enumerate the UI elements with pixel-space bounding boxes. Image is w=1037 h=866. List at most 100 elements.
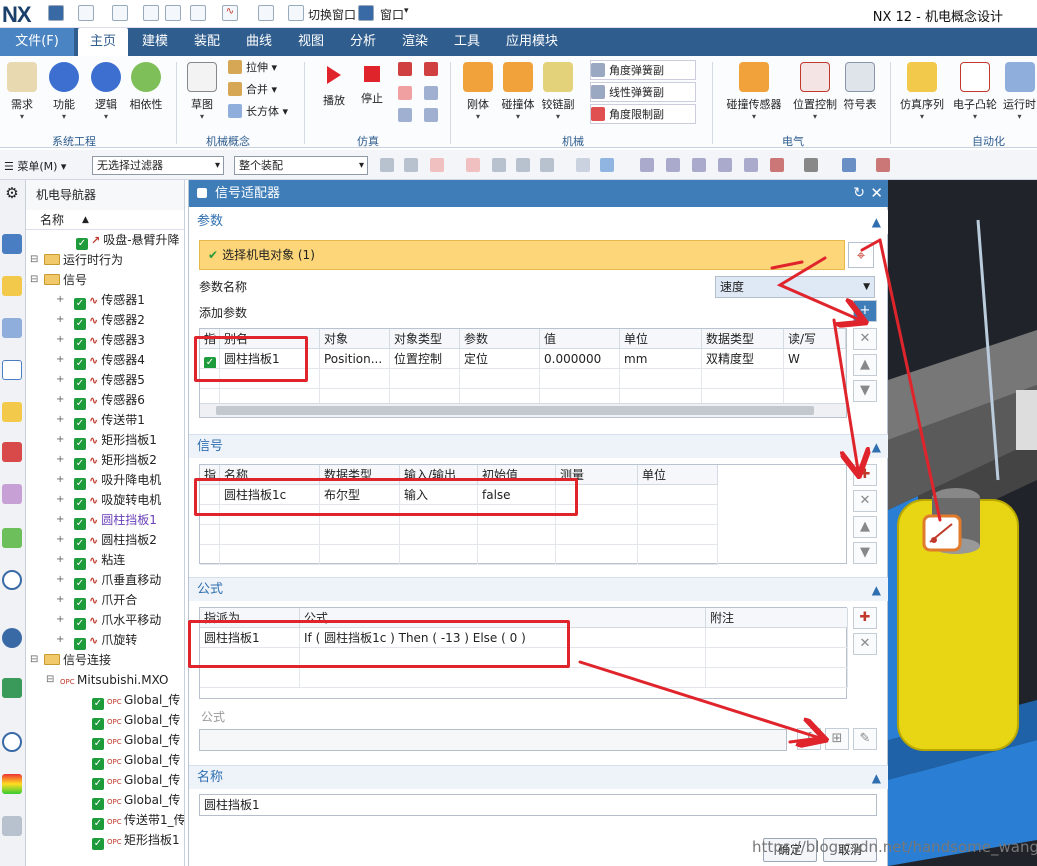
table-cell[interactable]: [200, 545, 220, 565]
table-cell[interactable]: [478, 545, 556, 565]
name-section-header[interactable]: 名称 ▲: [189, 765, 889, 789]
table-cell[interactable]: 0.000000: [540, 349, 620, 369]
column-header[interactable]: 参数: [460, 329, 540, 349]
cut-icon[interactable]: [143, 5, 159, 21]
fit-icon[interactable]: [640, 158, 654, 172]
table-cell[interactable]: If ( 圆柱挡板1c ) Then ( -13 ) Else ( 0 ): [300, 628, 706, 648]
center-icon[interactable]: [516, 158, 530, 172]
collapse-icon[interactable]: ⊟: [30, 270, 38, 290]
table-cell[interactable]: [320, 505, 400, 525]
hinge-joint-button[interactable]: 铰链副 ▾: [538, 56, 578, 121]
collision-sensor-button[interactable]: 碰撞传感器 ▾: [722, 56, 786, 121]
column-header[interactable]: 对象: [320, 329, 390, 349]
table-cell[interactable]: [478, 525, 556, 545]
collapse-icon[interactable]: ⊟: [30, 250, 38, 270]
expand-icon[interactable]: +: [56, 410, 64, 430]
constraint-icon[interactable]: [2, 442, 22, 462]
midpoint-icon[interactable]: [492, 158, 506, 172]
table-cell[interactable]: [220, 369, 320, 389]
table-cell[interactable]: [320, 525, 400, 545]
visibility-checkbox[interactable]: ✓: [74, 618, 86, 630]
signals-section-header[interactable]: 信号 ▲: [189, 434, 889, 458]
visibility-checkbox[interactable]: ✓: [74, 518, 86, 530]
table-cell[interactable]: mm: [620, 349, 702, 369]
visibility-checkbox[interactable]: ✓: [92, 758, 104, 770]
tree-item[interactable]: + ✓ ∿ 爪垂直移动: [26, 570, 184, 590]
visibility-checkbox[interactable]: ✓: [74, 338, 86, 350]
angular-spring-button[interactable]: 角度弹簧副: [590, 60, 696, 80]
3d-viewport[interactable]: [888, 180, 1037, 866]
assembly-navigator-icon[interactable]: [2, 402, 22, 422]
expand-icon[interactable]: +: [56, 530, 64, 550]
horizontal-scrollbar[interactable]: [200, 403, 846, 417]
expand-icon[interactable]: +: [56, 450, 64, 470]
table-cell[interactable]: false: [478, 485, 556, 505]
visibility-checkbox[interactable]: ✓: [74, 438, 86, 450]
column-header[interactable]: 别名: [220, 329, 320, 349]
expand-icon[interactable]: +: [56, 470, 64, 490]
gear-icon[interactable]: ⚙: [2, 184, 22, 204]
column-header[interactable]: 数据类型: [320, 465, 400, 485]
sketch-button[interactable]: 草图 ▾: [184, 56, 220, 121]
switch-window-icon[interactable]: [288, 5, 304, 21]
rewind-icon[interactable]: [398, 62, 412, 76]
visibility-checkbox[interactable]: ✓: [74, 638, 86, 650]
cube-icon[interactable]: [600, 158, 614, 172]
function-picker-icon[interactable]: ƒ: [797, 728, 821, 750]
table-cell[interactable]: [556, 545, 638, 565]
window-icon[interactable]: [358, 5, 374, 21]
unite-button[interactable]: 合并 ▾: [228, 80, 277, 100]
symbol-table-button[interactable]: 符号表: [842, 56, 878, 112]
signal-icon[interactable]: ∿: [222, 5, 238, 21]
add-formula-button[interactable]: ✚: [853, 607, 877, 629]
visibility-checkbox[interactable]: ✓: [74, 498, 86, 510]
column-header[interactable]: 输入/输出: [400, 465, 478, 485]
table-cell[interactable]: [400, 505, 478, 525]
tree-item[interactable]: + ✓ ∿ 矩形挡板2: [26, 450, 184, 470]
stop-button[interactable]: 停止: [354, 56, 390, 106]
table-cell[interactable]: [220, 505, 320, 525]
step-forward-icon[interactable]: [424, 62, 438, 76]
color-scale-icon[interactable]: [2, 774, 22, 794]
redo-icon[interactable]: [112, 5, 128, 21]
add-param-button[interactable]: +: [853, 300, 877, 322]
table-cell[interactable]: [300, 648, 706, 668]
tree-item[interactable]: ✓ OPC Global_传: [26, 750, 184, 770]
expand-icon[interactable]: +: [56, 350, 64, 370]
function-button[interactable]: 功能 ▾: [46, 56, 82, 121]
tree-item[interactable]: ✓ ↗ 吸盘-悬臂升降: [26, 230, 184, 250]
reuse-library-icon[interactable]: [2, 528, 22, 548]
tab-modeling[interactable]: 建模: [131, 28, 179, 56]
formula-section-header[interactable]: 公式 ▲: [189, 577, 889, 601]
expand-icon[interactable]: +: [56, 390, 64, 410]
scrollbar-thumb[interactable]: [216, 406, 814, 415]
angular-limit-button[interactable]: 角度限制副: [590, 104, 696, 124]
visibility-checkbox[interactable]: ✓: [74, 558, 86, 570]
delete-formula-button[interactable]: ✕: [853, 633, 877, 655]
parameter-icon[interactable]: [2, 360, 22, 380]
visibility-checkbox[interactable]: ✓: [92, 718, 104, 730]
table-cell[interactable]: [200, 485, 220, 505]
table-cell[interactable]: [300, 668, 706, 688]
snap-icon[interactable]: [380, 158, 394, 172]
tree-item[interactable]: ⊟ 信号连接: [26, 650, 184, 670]
table-cell[interactable]: [638, 525, 718, 545]
requirement-button[interactable]: 需求 ▾: [4, 56, 40, 121]
table-cell[interactable]: 圆柱挡板1: [220, 349, 320, 369]
navigator-column-header[interactable]: 名称 ▲: [26, 210, 184, 230]
snap2-icon[interactable]: [404, 158, 418, 172]
table-cell[interactable]: [638, 545, 718, 565]
column-header[interactable]: 对象类型: [390, 329, 460, 349]
delete-param-button[interactable]: ✕: [853, 328, 877, 350]
table-cell[interactable]: [200, 369, 220, 389]
expand-icon[interactable]: +: [56, 590, 64, 610]
column-header[interactable]: 单位: [638, 465, 718, 485]
sim-sequence-button[interactable]: 仿真序列 ▾: [898, 56, 946, 121]
table-cell[interactable]: [200, 505, 220, 525]
clock-icon[interactable]: [2, 732, 22, 752]
table-cell[interactable]: [784, 369, 846, 389]
select-mechatronics-object[interactable]: ✔ 选择机电对象 (1): [199, 240, 845, 270]
name-input[interactable]: 圆柱挡板1: [199, 794, 877, 816]
column-header[interactable]: 指: [200, 329, 220, 349]
table-cell[interactable]: [320, 369, 390, 389]
